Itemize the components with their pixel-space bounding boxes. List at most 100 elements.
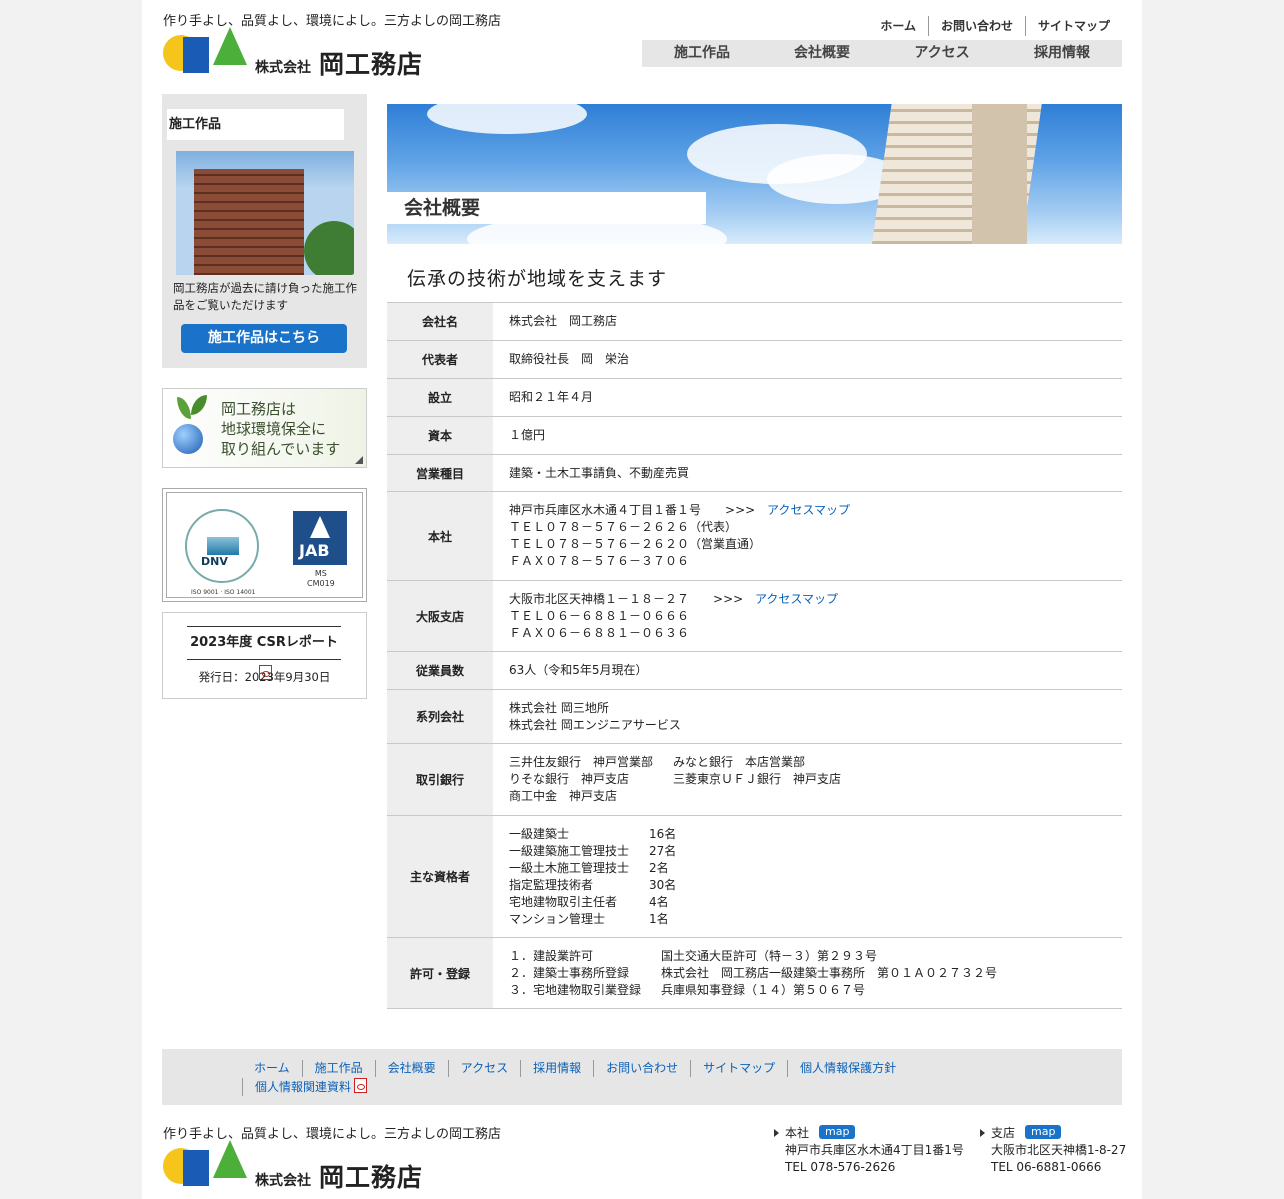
hq-tel-sales: ＴＥＬ０７８－５７６－２６２０（営業直通） bbox=[509, 537, 762, 551]
qual-name: 一級土木施工管理技士 bbox=[509, 860, 630, 875]
osaka-address-line: 大阪市北区天神橋１－１８－２７ >>> アクセスマップ bbox=[509, 591, 1122, 608]
dnv-sub: ISO 9001 · ISO 14001 bbox=[191, 589, 256, 596]
footer-link-sitemap[interactable]: サイトマップ bbox=[690, 1060, 787, 1077]
global-nav: 施工作品 会社概要 アクセス 採用情報 bbox=[642, 40, 1122, 67]
cloud-image bbox=[427, 104, 587, 134]
jab-sub-2: CM019 bbox=[307, 579, 335, 588]
jab-label: JAB bbox=[299, 541, 330, 560]
affiliate-1: 株式会社 岡三地所 bbox=[509, 700, 609, 715]
qual-count: 4名 bbox=[649, 894, 669, 909]
hq-access-map-link[interactable]: アクセスマップ bbox=[767, 503, 850, 517]
qual-name: 一級建築士 bbox=[509, 826, 570, 841]
row-value: 神戸市兵庫区水木通４丁目１番１号 >>> アクセスマップ ＴＥＬ０７８－５７６－２… bbox=[493, 491, 1122, 581]
perm-line: ２．建築士事務所登録 株式会社 岡工務店一級建築士事務所 第０１Ａ０２７３２号 bbox=[509, 965, 1122, 982]
eco-line-1: 岡工務店は bbox=[221, 400, 297, 418]
footer-nav-row-1: ホーム 施工作品 会社概要 アクセス 採用情報 お問い合わせ サイトマップ 個人… bbox=[242, 1060, 908, 1077]
eco-banner-text: 岡工務店は 地球環境保全に 取り組んでいます bbox=[221, 399, 340, 459]
gnav-company[interactable]: 会社概要 bbox=[762, 40, 882, 67]
bank-minato: みなと銀行 本店営業部 bbox=[673, 755, 806, 769]
footer-logo[interactable]: 株式会社 岡工務店 bbox=[163, 1140, 433, 1192]
footer-link-works[interactable]: 施工作品 bbox=[301, 1060, 375, 1077]
gnav-recruit[interactable]: 採用情報 bbox=[1002, 40, 1122, 67]
qual-name: 一級建築施工管理技士 bbox=[509, 843, 630, 858]
osaka-fax: ＦＡＸ０６－６８８１－０６３６ bbox=[509, 625, 690, 640]
hq-tel-main: ＴＥＬ０７８－５７６－２６２６（代表） bbox=[509, 520, 738, 534]
company-info-table: 会社名 株式会社 岡工務店 代表者 取締役社長 岡 栄治 設立 昭和２１年４月 … bbox=[387, 302, 1122, 1009]
qual-name: 指定監理技術者 bbox=[509, 877, 594, 892]
row-value: 株式会社 岡三地所 株式会社 岡エンジニアサービス bbox=[493, 689, 1122, 744]
osaka-tel: ＴＥＬ０６－６８８１－０６６６ bbox=[509, 608, 690, 623]
logo-prefix: 株式会社 bbox=[255, 60, 311, 76]
utility-nav: ホーム お問い合わせ サイトマップ bbox=[868, 16, 1122, 36]
footer-link-privacy-docs[interactable]: 個人情報関連資料 bbox=[242, 1078, 379, 1096]
hq-name: 本社 bbox=[774, 1126, 809, 1140]
bank-smbc: 三井住友銀行 神戸営業部 bbox=[509, 755, 654, 769]
csr-report-link[interactable]: 2023年度 CSRレポート bbox=[187, 626, 341, 680]
utility-contact-link[interactable]: お問い合わせ bbox=[927, 16, 1025, 36]
qual-count: 27名 bbox=[649, 843, 677, 858]
row-label: 代表者 bbox=[387, 340, 493, 379]
pdf-icon bbox=[354, 1078, 368, 1093]
page-title: 会社概要 bbox=[387, 192, 706, 224]
qual-count: 2名 bbox=[649, 860, 669, 875]
lead-heading: 伝承の技術が地域を支えます bbox=[407, 268, 668, 290]
eco-banner[interactable]: 岡工務店は 地球環境保全に 取り組んでいます bbox=[162, 388, 367, 468]
osaka-access-map-link[interactable]: アクセスマップ bbox=[755, 592, 838, 606]
osaka-address: 大阪市北区天神橋１－１８－２７ bbox=[509, 591, 690, 606]
site-logo[interactable]: 株式会社 岡工務店 bbox=[163, 27, 433, 79]
dnv-certification-mark: DNV ISO 9001 · ISO 14001 bbox=[185, 509, 259, 596]
branch-map-button[interactable]: map bbox=[1025, 1125, 1062, 1139]
perm-line: １．建設業許可 国土交通大臣許可（特－３）第２９３号 bbox=[509, 948, 1122, 965]
utility-sitemap-link[interactable]: サイトマップ bbox=[1024, 16, 1122, 36]
footer-nav: ホーム 施工作品 会社概要 アクセス 採用情報 お問い合わせ サイトマップ 個人… bbox=[162, 1049, 1122, 1105]
bank-line-2: りそな銀行 神戸支店 三菱東京ＵＦＪ銀行 神戸支店 bbox=[509, 771, 1122, 788]
tree-image bbox=[304, 221, 354, 275]
logo-square-icon bbox=[183, 1150, 209, 1186]
gnav-works[interactable]: 施工作品 bbox=[642, 40, 762, 67]
globe-icon bbox=[173, 424, 203, 454]
qual-line: 一級建築士 16名 bbox=[509, 826, 1122, 843]
works-button[interactable]: 施工作品はこちら bbox=[181, 324, 347, 353]
jab-sub-1: MS bbox=[314, 569, 327, 578]
footer-link-access[interactable]: アクセス bbox=[447, 1060, 520, 1077]
qual-line: 一級土木施工管理技士 2名 bbox=[509, 860, 1122, 877]
works-building-photo[interactable] bbox=[176, 151, 354, 275]
gnav-access[interactable]: アクセス bbox=[882, 40, 1002, 67]
perm-value: 株式会社 岡工務店一級建築士事務所 第０１Ａ０２７３２号 bbox=[661, 965, 998, 980]
row-value: 株式会社 岡工務店 bbox=[493, 302, 1122, 341]
hq-address: 神戸市兵庫区水木通４丁目１番１号 bbox=[509, 503, 702, 517]
branch-name: 支店 bbox=[980, 1126, 1015, 1140]
footer-link-home[interactable]: ホーム bbox=[242, 1060, 302, 1077]
page: 作り手よし、品質よし、環境によし。三方よしの岡工務店 株式会社 岡工務店 ホーム… bbox=[142, 0, 1142, 1199]
logo-name: 岡工務店 bbox=[319, 1163, 424, 1192]
utility-home-link[interactable]: ホーム bbox=[868, 16, 928, 36]
hq-fax: ＦＡＸ０７８－５７６－３７０６ bbox=[509, 554, 690, 568]
qual-count: 1名 bbox=[649, 911, 669, 926]
footer-link-privacy[interactable]: 個人情報保護方針 bbox=[787, 1060, 908, 1077]
corner-arrow-icon bbox=[355, 456, 363, 464]
hq-address: 神戸市兵庫区水木通4丁目1番1号 bbox=[785, 1143, 964, 1157]
row-value: 取締役社長 岡 栄治 bbox=[493, 340, 1122, 379]
footer-link-contact[interactable]: お問い合わせ bbox=[593, 1060, 690, 1077]
logo-prefix: 株式会社 bbox=[255, 1173, 311, 1189]
leaf-icon bbox=[191, 395, 207, 415]
table-row: 許可・登録 １．建設業許可 国土交通大臣許可（特－３）第２９３号 ２．建築士事務所… bbox=[387, 937, 1122, 1009]
qual-line: マンション管理士 1名 bbox=[509, 911, 1122, 928]
row-label: 従業員数 bbox=[387, 651, 493, 690]
dnv-label: DNV bbox=[201, 555, 228, 568]
hq-tel: TEL 078-576-2626 bbox=[785, 1160, 896, 1174]
csr-box: 2023年度 CSRレポート 発行日：2023年9月30日 bbox=[162, 612, 367, 699]
certification-inner: DNV ISO 9001 · ISO 14001 JAB MS CM019 bbox=[166, 492, 363, 598]
table-row: 代表者 取締役社長 岡 栄治 bbox=[387, 340, 1122, 379]
footer-link-recruit[interactable]: 採用情報 bbox=[520, 1060, 593, 1077]
perm-name: ２．建築士事務所登録 bbox=[509, 965, 630, 980]
table-row: 大阪支店 大阪市北区天神橋１－１８－２７ >>> アクセスマップ ＴＥＬ０６－６８… bbox=[387, 580, 1122, 652]
building-image bbox=[194, 169, 304, 275]
eco-line-2: 地球環境保全に bbox=[221, 420, 327, 438]
row-value: 大阪市北区天神橋１－１８－２７ >>> アクセスマップ ＴＥＬ０６－６８８１－０６… bbox=[493, 580, 1122, 652]
qual-name: マンション管理士 bbox=[509, 911, 606, 926]
bank-resona: りそな銀行 神戸支店 bbox=[509, 772, 630, 786]
row-label: 資本 bbox=[387, 416, 493, 455]
footer-link-company[interactable]: 会社概要 bbox=[374, 1060, 448, 1077]
hq-map-button[interactable]: map bbox=[819, 1125, 856, 1139]
